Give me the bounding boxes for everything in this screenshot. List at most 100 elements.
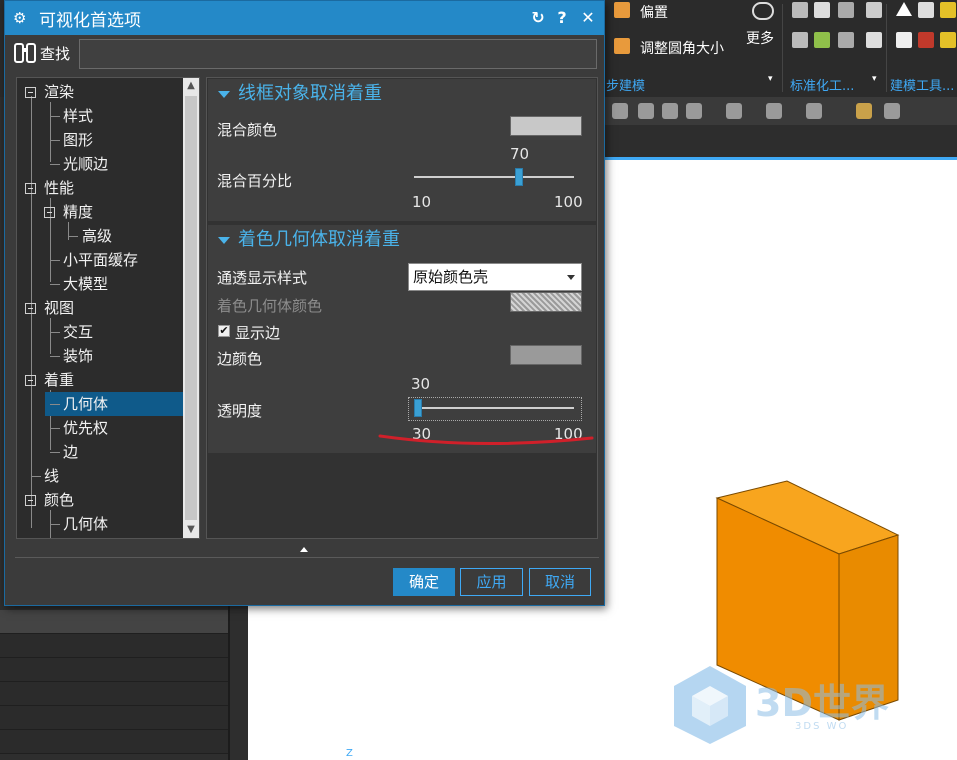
tree-item-advanced[interactable]: 高级 [17, 224, 183, 248]
tree-item-edge[interactable]: 边 [17, 440, 183, 464]
standard-tool-icon-6[interactable] [814, 32, 830, 48]
navigator-row[interactable] [0, 682, 228, 706]
close-button[interactable]: ✕ [577, 7, 599, 29]
blend-slider-track[interactable] [414, 176, 574, 178]
view-render-icon[interactable] [726, 103, 742, 119]
collapse-triangle-icon[interactable] [218, 237, 230, 244]
view-fit-icon[interactable] [612, 103, 628, 119]
modeling-tool-icon-4[interactable] [896, 32, 912, 48]
search-label: 查找 [40, 45, 71, 63]
tree-item-smooth-edges[interactable]: 光顺边 [17, 152, 183, 176]
group-standard-label[interactable]: 标准化工... [790, 75, 854, 94]
transparent-style-select[interactable]: 原始颜色壳 [408, 263, 582, 291]
scroll-up-icon[interactable]: ▲ [183, 78, 199, 94]
blend-color-swatch[interactable] [510, 116, 582, 136]
navigator-row[interactable] [0, 706, 228, 730]
tree-item-facet-cache[interactable]: 小平面缓存 [17, 248, 183, 272]
modeling-tool-icon-3[interactable] [940, 2, 956, 18]
section-title: 线框对象取消着重 [238, 83, 382, 104]
tree-item-decoration[interactable]: 装饰 [17, 344, 183, 368]
tree-item-view[interactable]: 视图 [17, 296, 183, 320]
collapse-icon[interactable] [25, 303, 36, 314]
blend-slider-value: 70 [510, 145, 530, 163]
show-edges-checkbox[interactable]: ✔ [218, 325, 230, 337]
standard-tool-icon-4[interactable] [866, 2, 882, 18]
collapse-icon[interactable] [44, 207, 55, 218]
ruler-icon[interactable] [884, 103, 900, 119]
view-layers-icon[interactable] [662, 103, 678, 119]
standard-tool-icon-2[interactable] [814, 2, 830, 18]
help-button[interactable]: ? [551, 7, 573, 29]
tree-item-style[interactable]: 样式 [17, 104, 183, 128]
collapse-icon[interactable] [25, 87, 36, 98]
apply-button[interactable]: 应用 [460, 568, 523, 596]
section-header[interactable]: 着色几何体取消着重 [208, 225, 596, 255]
cancel-button[interactable]: 取消 [529, 568, 591, 596]
modeling-tool-icon-1[interactable] [896, 2, 912, 16]
brush-icon[interactable] [856, 103, 872, 119]
tree-item-interaction[interactable]: 交互 [17, 320, 183, 344]
navigator-row[interactable] [0, 610, 228, 634]
tree-item-priority[interactable]: 优先权 [17, 416, 183, 440]
modeling-tool-icon-6[interactable] [940, 32, 956, 48]
edge-color-swatch[interactable] [510, 345, 582, 365]
binoculars-icon[interactable] [13, 42, 39, 64]
tree-item-emphasis[interactable]: 着重 [17, 368, 183, 392]
scroll-down-icon[interactable]: ▼ [183, 522, 199, 538]
reset-icon[interactable]: ↻ [527, 7, 549, 29]
tree-item-geometry-selected[interactable]: 几何体 [45, 392, 183, 416]
navigator-row[interactable] [0, 634, 228, 658]
ok-button[interactable]: 确定 [393, 568, 455, 596]
modeling-tool-icon-5[interactable] [918, 32, 934, 48]
tree-item-label: 性能 [44, 179, 75, 197]
standard-tool-icon-8[interactable] [866, 32, 882, 48]
blend-slider-thumb[interactable] [515, 168, 524, 186]
adjust-fillet-icon[interactable] [614, 38, 630, 54]
tree-guide-line [31, 476, 41, 477]
view-shaded-icon[interactable] [638, 103, 654, 119]
tree-item-performance[interactable]: 性能 [17, 176, 183, 200]
offset-button[interactable]: 偏置 [640, 2, 668, 22]
search-row: 查找 [13, 39, 598, 69]
tree-guide-line [50, 116, 60, 117]
group-standard-dropdown-icon[interactable]: ▾ [872, 74, 877, 84]
tree-item-render[interactable]: 渲染 [17, 80, 183, 104]
tree-item-color-geometry[interactable]: 几何体 [17, 512, 183, 536]
tree-item-precision[interactable]: 精度 [17, 200, 183, 224]
section-header[interactable]: 线框对象取消着重 [208, 79, 596, 109]
collapse-triangle-icon[interactable] [218, 91, 230, 98]
adjust-fillet-button[interactable]: 调整圆角大小 [640, 38, 724, 58]
navigator-row[interactable] [0, 658, 228, 682]
view-orient-icon[interactable] [686, 103, 702, 119]
group-sync-dropdown-icon[interactable]: ▾ [768, 74, 773, 84]
collapse-up-icon[interactable] [300, 547, 308, 552]
tree-scrollbar[interactable]: ▲ ▼ [183, 78, 199, 538]
scrollbar-thumb[interactable] [185, 96, 197, 520]
view-material-icon[interactable] [806, 103, 822, 119]
view-cube-icon[interactable] [766, 103, 782, 119]
collapse-icon[interactable] [25, 375, 36, 386]
dialog-title-bar[interactable]: ⚙ 可视化首选项 ↻ ? ✕ [5, 1, 604, 35]
offset-icon[interactable] [614, 2, 630, 18]
standard-tool-icon-7[interactable] [838, 32, 854, 48]
modeling-tool-icon-2[interactable] [918, 2, 934, 18]
tree-item-line[interactable]: 线 [17, 464, 183, 488]
transparency-slider-focus[interactable] [408, 397, 582, 421]
more-button[interactable]: 更多 [746, 28, 774, 48]
transparency-slider-track[interactable] [414, 407, 574, 409]
group-sync-label[interactable]: 步建模 [606, 75, 645, 94]
more-icon[interactable] [752, 2, 774, 20]
transparency-slider-thumb[interactable] [414, 399, 422, 417]
group-modeling-label[interactable]: 建模工具... [890, 75, 954, 94]
tree-item-graphics[interactable]: 图形 [17, 128, 183, 152]
search-input[interactable] [79, 39, 597, 69]
standard-tool-icon-1[interactable] [792, 2, 808, 18]
collapse-icon[interactable] [25, 495, 36, 506]
standard-tool-icon-5[interactable] [792, 32, 808, 48]
tree-guide-line [68, 236, 78, 237]
collapse-icon[interactable] [25, 183, 36, 194]
tree-item-color[interactable]: 颜色 [17, 488, 183, 512]
tree-item-large-model[interactable]: 大模型 [17, 272, 183, 296]
navigator-row[interactable] [0, 730, 228, 754]
standard-tool-icon-3[interactable] [838, 2, 854, 18]
